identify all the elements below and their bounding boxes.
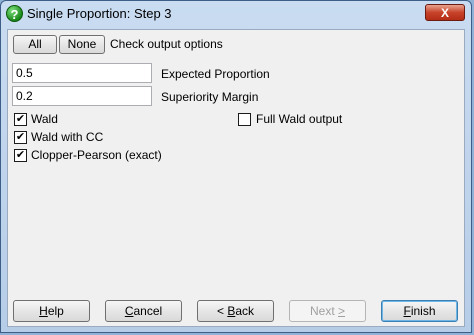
- finish-button-rest: inish: [410, 304, 436, 318]
- next-button-key: >: [338, 304, 346, 318]
- finish-button-key: F: [403, 304, 411, 318]
- full-wald-output-label: Full Wald output: [256, 112, 343, 126]
- back-button[interactable]: < Back: [197, 300, 274, 322]
- wald-with-cc-label: Wald with CC: [31, 130, 104, 144]
- back-button-prefix: <: [216, 304, 228, 318]
- help-button-rest: elp: [47, 304, 64, 318]
- none-button[interactable]: None: [59, 35, 105, 54]
- back-button-rest: ack: [235, 304, 255, 318]
- title-bar[interactable]: ? Single Proportion: Step 3 X: [1, 1, 471, 27]
- clopper-pearson-checkbox[interactable]: ✔: [14, 149, 27, 162]
- expected-proportion-field[interactable]: [12, 63, 152, 83]
- superiority-margin-field[interactable]: [12, 86, 152, 106]
- help-button-key: H: [39, 304, 48, 318]
- cancel-button-rest: ancel: [133, 304, 163, 318]
- wald-with-cc-checkbox[interactable]: ✔: [14, 131, 27, 144]
- finish-button[interactable]: Finish: [381, 300, 458, 322]
- clopper-pearson-label: Clopper-Pearson (exact): [31, 148, 162, 162]
- close-button[interactable]: X: [425, 4, 465, 21]
- window-title: Single Proportion: Step 3: [27, 6, 172, 21]
- expected-proportion-label: Expected Proportion: [161, 67, 270, 81]
- wald-checkbox[interactable]: ✔: [14, 113, 27, 126]
- dialog-window: ? Single Proportion: Step 3 X All None C…: [0, 0, 472, 333]
- full-wald-output-checkbox[interactable]: [238, 113, 251, 126]
- next-button[interactable]: Next >: [289, 300, 366, 322]
- all-button[interactable]: All: [13, 35, 57, 54]
- help-button[interactable]: Help: [13, 300, 90, 322]
- help-question-icon: ?: [6, 5, 23, 22]
- next-button-prefix: Next: [309, 304, 338, 318]
- superiority-margin-label: Superiority Margin: [161, 90, 259, 104]
- dialog-body: All None Check output options Expected P…: [7, 29, 465, 327]
- wald-label: Wald: [31, 112, 58, 126]
- check-output-hint: Check output options: [110, 37, 223, 51]
- cancel-button[interactable]: Cancel: [105, 300, 182, 322]
